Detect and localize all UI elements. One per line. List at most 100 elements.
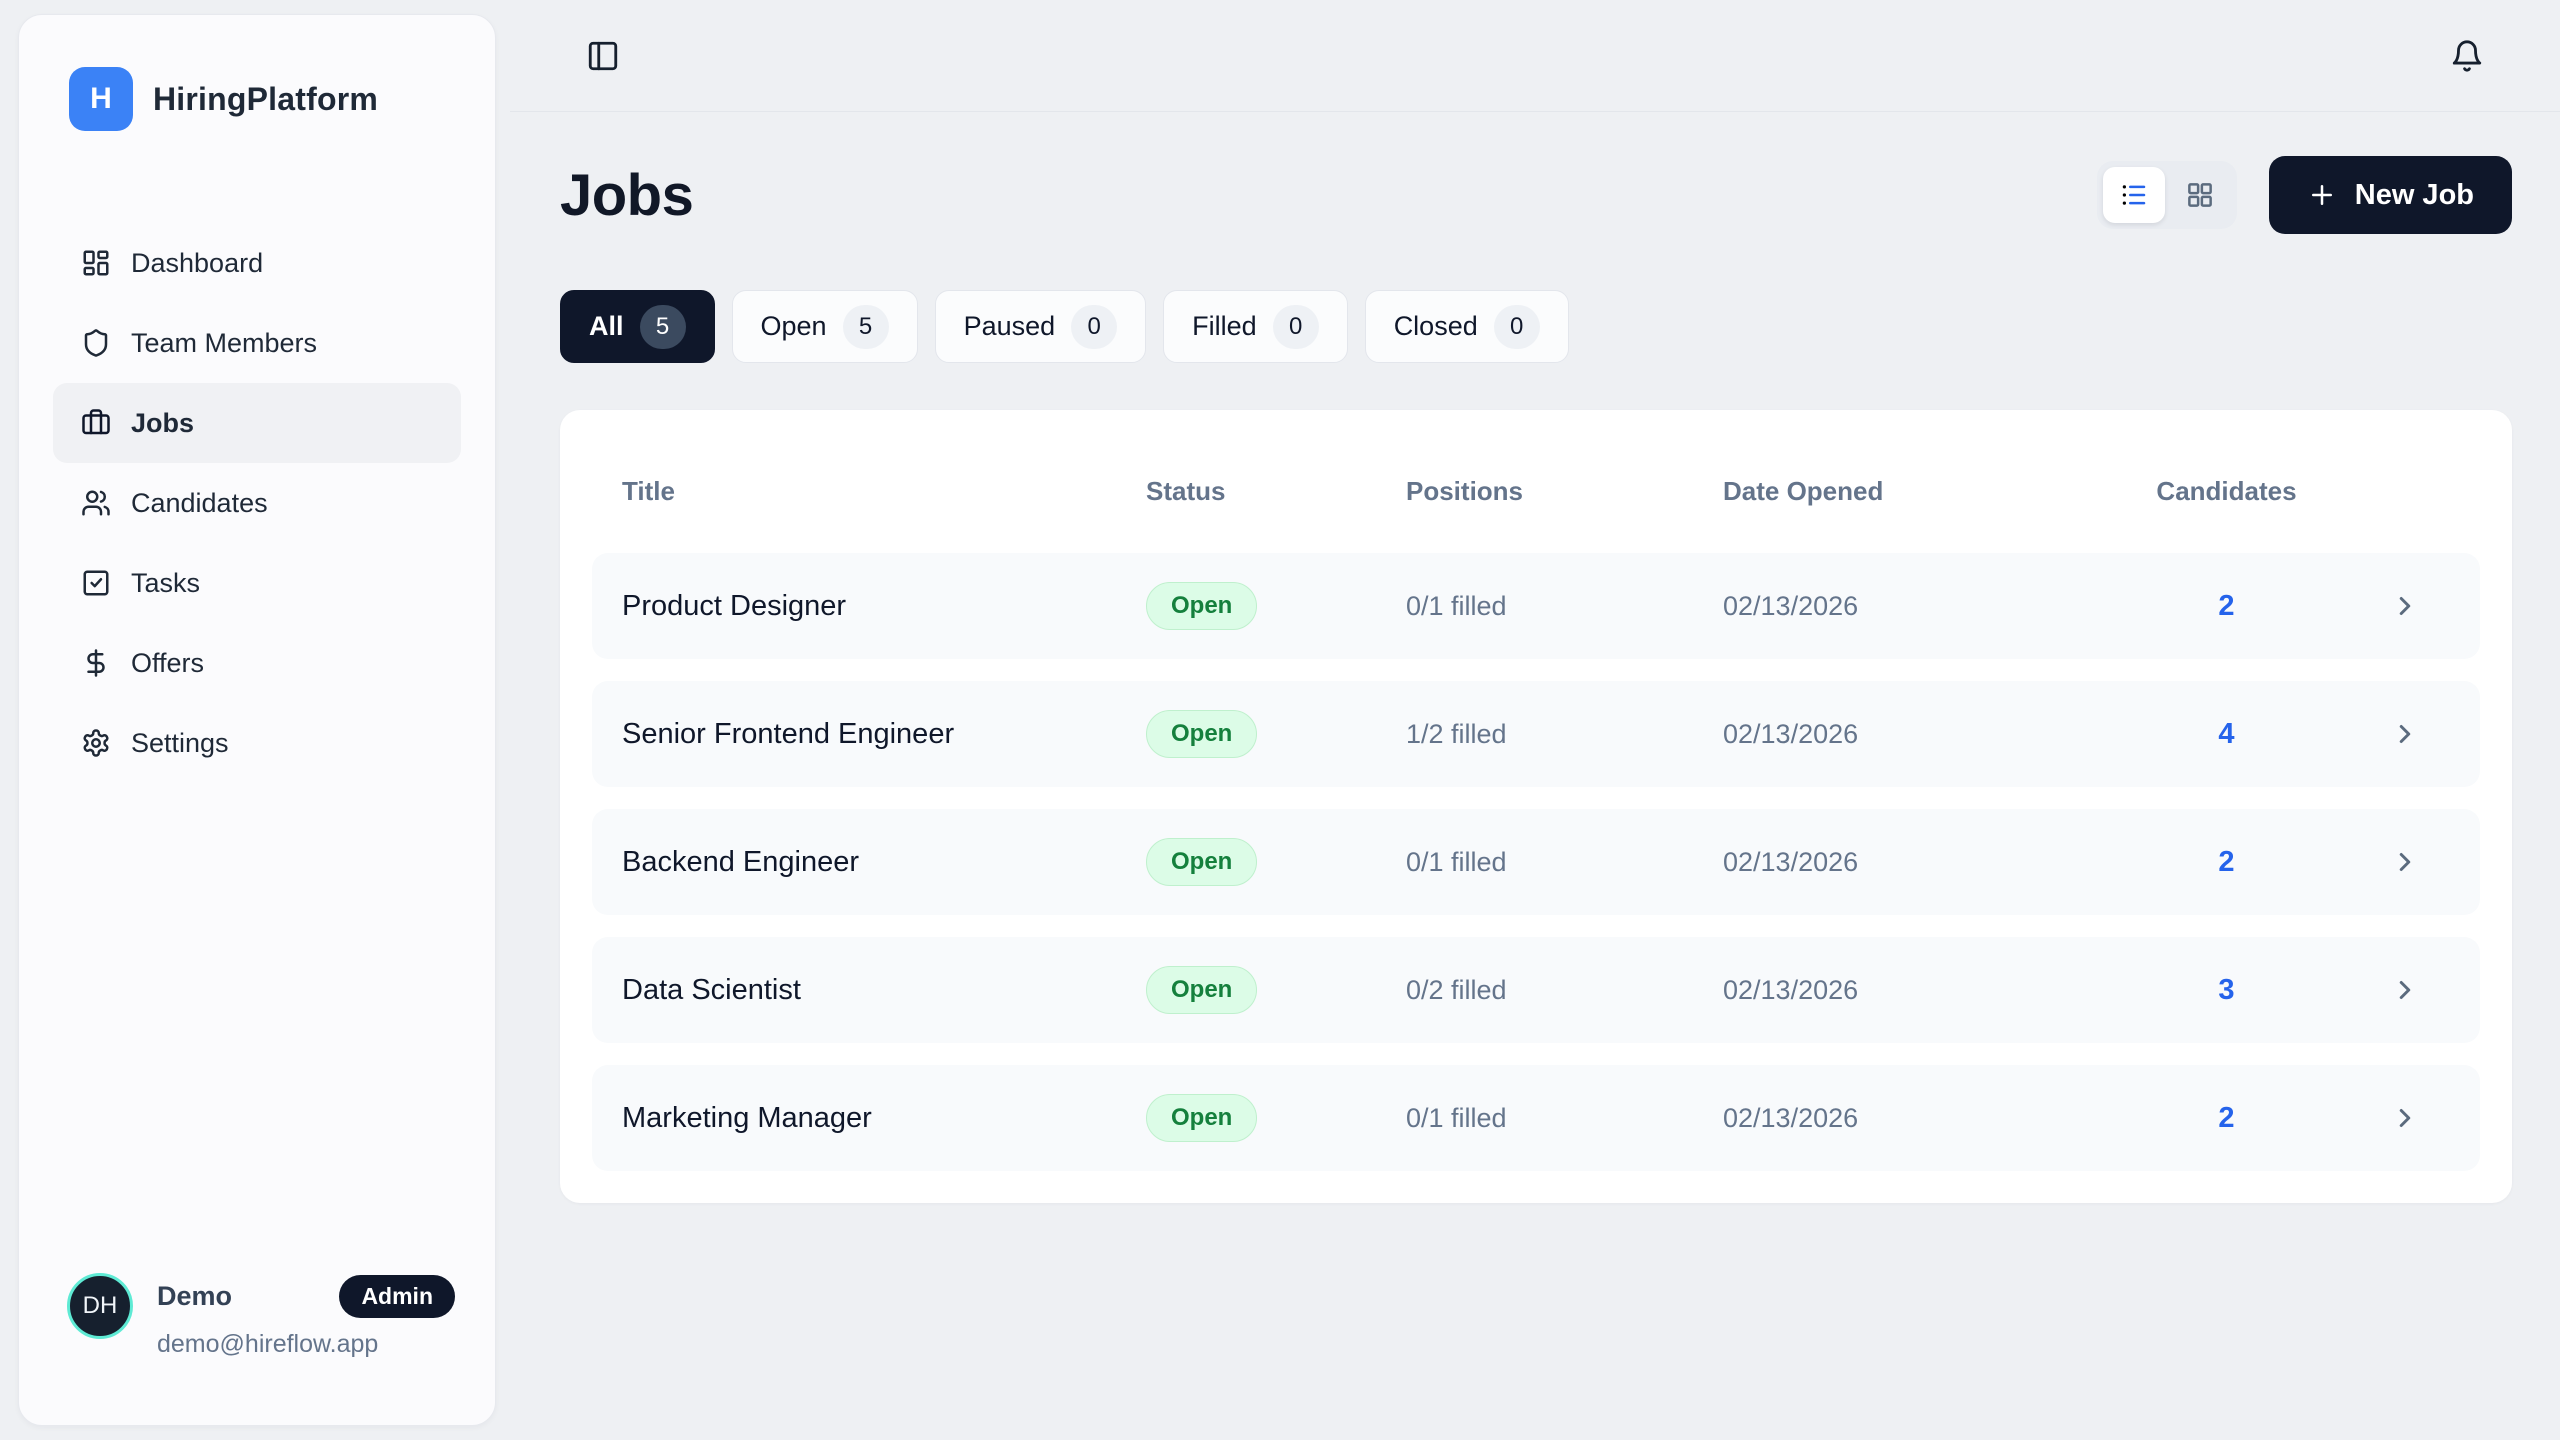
brand-logo-icon: H	[69, 67, 133, 131]
status-cell: Open	[1146, 966, 1406, 1014]
user-name: Demo	[157, 1281, 232, 1312]
sidebar-item-jobs[interactable]: Jobs	[53, 383, 461, 463]
table-header: Title Status Positions Date Opened Candi…	[592, 442, 2480, 553]
candidates-count[interactable]: 2	[2093, 846, 2360, 879]
main-area: Jobs New Job	[510, 0, 2560, 1440]
job-title: Senior Frontend Engineer	[622, 718, 1146, 751]
list-icon	[2119, 180, 2149, 210]
row-chevron[interactable]	[2360, 719, 2450, 749]
sidebar-item-label: Team Members	[131, 328, 317, 359]
content: Jobs New Job	[510, 112, 2560, 1203]
sidebar-toggle-button[interactable]	[580, 33, 626, 79]
filter-count-badge: 0	[1071, 305, 1117, 349]
chevron-right-icon	[2390, 719, 2420, 749]
date-opened-cell: 02/13/2026	[1723, 1103, 2093, 1134]
chevron-right-icon	[2390, 847, 2420, 877]
table-row-marketing-manager[interactable]: Marketing Manager Open 0/1 filled 02/13/…	[592, 1065, 2480, 1171]
table-row-product-designer[interactable]: Product Designer Open 0/1 filled 02/13/2…	[592, 553, 2480, 659]
list-view-button[interactable]	[2103, 167, 2165, 223]
avatar: DH	[67, 1273, 133, 1339]
candidates-count[interactable]: 4	[2093, 718, 2360, 751]
bell-icon	[2450, 39, 2484, 73]
row-chevron[interactable]	[2360, 847, 2450, 877]
positions-cell: 0/1 filled	[1406, 847, 1723, 878]
positions-cell: 1/2 filled	[1406, 719, 1723, 750]
row-chevron[interactable]	[2360, 975, 2450, 1005]
positions-cell: 0/2 filled	[1406, 975, 1723, 1006]
table-row-data-scientist[interactable]: Data Scientist Open 0/2 filled 02/13/202…	[592, 937, 2480, 1043]
sidebar-item-tasks[interactable]: Tasks	[53, 543, 461, 623]
grid-icon	[2185, 180, 2215, 210]
row-chevron[interactable]	[2360, 1103, 2450, 1133]
column-header-date-opened: Date Opened	[1723, 476, 2093, 507]
status-badge: Open	[1146, 710, 1257, 758]
positions-cell: 0/1 filled	[1406, 591, 1723, 622]
filter-count-badge: 0	[1494, 305, 1540, 349]
sidebar-item-settings[interactable]: Settings	[53, 703, 461, 783]
header-actions: New Job	[2097, 156, 2512, 234]
date-opened-cell: 02/13/2026	[1723, 719, 2093, 750]
sidebar-item-label: Offers	[131, 648, 204, 679]
avatar-initials: DH	[83, 1292, 118, 1320]
table-row-senior-frontend-engineer[interactable]: Senior Frontend Engineer Open 1/2 filled…	[592, 681, 2480, 787]
role-badge: Admin	[339, 1275, 455, 1318]
chevron-right-icon	[2390, 975, 2420, 1005]
sidebar-nav: Dashboard Team Members Jobs Candidates T…	[19, 223, 495, 783]
job-title: Marketing Manager	[622, 1102, 1146, 1135]
user-info: Demo Admin demo@hireflow.app	[157, 1273, 455, 1359]
date-opened-cell: 02/13/2026	[1723, 975, 2093, 1006]
view-toggle	[2097, 161, 2237, 229]
brand-logo-letter: H	[90, 82, 112, 116]
filter-tab-open[interactable]: Open 5	[732, 290, 918, 363]
gear-icon	[81, 728, 111, 758]
dashboard-icon	[81, 248, 111, 278]
sidebar-item-candidates[interactable]: Candidates	[53, 463, 461, 543]
table-row-backend-engineer[interactable]: Backend Engineer Open 0/1 filled 02/13/2…	[592, 809, 2480, 915]
sidebar-item-dashboard[interactable]: Dashboard	[53, 223, 461, 303]
status-badge: Open	[1146, 838, 1257, 886]
status-cell: Open	[1146, 1094, 1406, 1142]
grid-view-button[interactable]	[2169, 167, 2231, 223]
sidebar-item-label: Settings	[131, 728, 229, 759]
filter-tab-paused[interactable]: Paused 0	[935, 290, 1147, 363]
sidebar-item-label: Tasks	[131, 568, 200, 599]
sidebar-item-team-members[interactable]: Team Members	[53, 303, 461, 383]
sidebar-item-offers[interactable]: Offers	[53, 623, 461, 703]
user-profile[interactable]: DH Demo Admin demo@hireflow.app	[19, 1273, 495, 1425]
candidates-count[interactable]: 3	[2093, 974, 2360, 1007]
job-title: Data Scientist	[622, 974, 1146, 1007]
check-square-icon	[81, 568, 111, 598]
users-icon	[81, 488, 111, 518]
topbar	[510, 0, 2560, 112]
filter-tab-all[interactable]: All 5	[560, 290, 715, 363]
positions-cell: 0/1 filled	[1406, 1103, 1723, 1134]
status-cell: Open	[1146, 838, 1406, 886]
column-header-positions: Positions	[1406, 476, 1723, 507]
date-opened-cell: 02/13/2026	[1723, 847, 2093, 878]
filter-tab-closed[interactable]: Closed 0	[1365, 290, 1569, 363]
filter-tab-filled[interactable]: Filled 0	[1163, 290, 1348, 363]
new-job-button[interactable]: New Job	[2269, 156, 2512, 234]
briefcase-icon	[81, 408, 111, 438]
candidates-count[interactable]: 2	[2093, 590, 2360, 623]
candidates-count[interactable]: 2	[2093, 1102, 2360, 1135]
date-opened-cell: 02/13/2026	[1723, 591, 2093, 622]
page-header: Jobs New Job	[560, 156, 2512, 234]
sidebar-item-label: Candidates	[131, 488, 268, 519]
filter-count-badge: 5	[640, 305, 686, 349]
filter-count-badge: 0	[1273, 305, 1319, 349]
chevron-right-icon	[2390, 591, 2420, 621]
column-header-title: Title	[622, 476, 1146, 507]
column-header-status: Status	[1146, 476, 1406, 507]
notifications-button[interactable]	[2444, 33, 2490, 79]
row-chevron[interactable]	[2360, 591, 2450, 621]
plus-icon	[2307, 180, 2337, 210]
brand-name: HiringPlatform	[153, 81, 378, 118]
panel-left-icon	[586, 39, 620, 73]
jobs-table-card: Title Status Positions Date Opened Candi…	[560, 410, 2512, 1203]
page-title: Jobs	[560, 162, 693, 229]
filter-tabs: All 5 Open 5 Paused 0 Filled 0 Closed	[560, 290, 2512, 363]
filter-count-badge: 5	[843, 305, 889, 349]
filter-label: Paused	[964, 311, 1056, 342]
filter-label: Closed	[1394, 311, 1478, 342]
